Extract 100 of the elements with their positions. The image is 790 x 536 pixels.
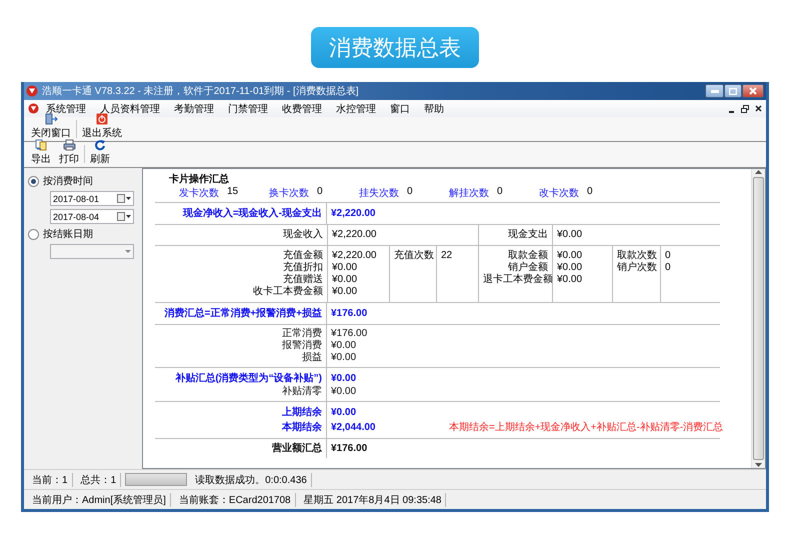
maximize-icon: [729, 88, 737, 94]
label-text: 收卡工本费金额: [252, 286, 323, 298]
app-logo-icon: [28, 103, 39, 114]
calendar-dropdown-icon[interactable]: [117, 194, 131, 203]
menu-item[interactable]: 帮助: [417, 102, 451, 116]
count-value: 0: [407, 186, 413, 199]
label-text: 销户金额: [507, 262, 548, 274]
label-text: 上期结余: [282, 406, 322, 420]
scroll-down-icon[interactable]: [755, 462, 762, 468]
status-text: 当前：1: [28, 472, 73, 486]
status-text: 读取数据成功。0:0:0.436: [191, 472, 312, 486]
toolbar-button[interactable]: 打印: [56, 139, 82, 166]
value-text: ¥0.00: [331, 386, 358, 398]
value-text: ¥0.00: [331, 352, 358, 364]
radio-label[interactable]: 按消费时间: [43, 174, 93, 188]
menu-item[interactable]: 水控管理: [329, 102, 383, 116]
label-text: 正常消费: [282, 328, 322, 340]
close-icon: [749, 87, 757, 95]
section-title: 卡片操作汇总: [168, 172, 230, 185]
restore-icon[interactable]: [741, 104, 749, 112]
value-text: ¥0.00: [331, 372, 358, 386]
scroll-thumb[interactable]: [753, 177, 764, 460]
count-value: 0: [587, 186, 593, 199]
label-text: 补贴清零: [282, 386, 322, 398]
value-text: ¥2,220.00: [332, 229, 378, 241]
value-text: ¥176.00: [331, 307, 368, 321]
count-label: 解挂次数: [449, 186, 489, 200]
page-title-banner: 消费数据总表: [311, 27, 479, 68]
count-label: 发卡次数: [179, 186, 219, 200]
toolbar-button[interactable]: 关闭窗口: [28, 113, 74, 140]
status-text: 星期五 2017年8月4日 09:35:48: [300, 492, 446, 506]
status-text: 当前账套：ECard201708: [174, 492, 296, 506]
label-text: 充值折扣: [282, 262, 323, 274]
maximize-button[interactable]: [724, 84, 742, 98]
value-text: ¥0.00: [332, 262, 358, 274]
label-text: 充值次数: [394, 250, 432, 262]
close-button[interactable]: [742, 84, 764, 98]
date-field[interactable]: 2017-08-04: [50, 209, 134, 224]
scrollbar[interactable]: [751, 169, 765, 468]
menu-item[interactable]: 窗口: [383, 102, 417, 116]
value-text: 0: [665, 262, 672, 274]
formula-note: 本期结余=上期结余+现金净收入+补贴汇总-补贴清零-消费汇总: [449, 420, 724, 435]
value-text: ¥0.00: [557, 250, 584, 262]
value-text: ¥0.00: [557, 262, 584, 274]
value-text: ¥2,220.00: [332, 250, 378, 262]
count-value: 0: [317, 186, 323, 199]
label-text: 营业额汇总: [272, 442, 322, 455]
label-text: 补贴汇总(消费类型为“设备补贴”): [175, 371, 322, 386]
count-value: 0: [497, 186, 503, 199]
menu-item[interactable]: 考勤管理: [167, 102, 221, 116]
label-text: 报警消费: [282, 340, 322, 352]
app-logo-icon: [26, 85, 38, 97]
minimize-icon: [710, 90, 718, 92]
count-label: 改卡次数: [539, 186, 579, 200]
label-text: 本期结余: [282, 420, 322, 435]
radio-button[interactable]: [28, 228, 39, 240]
count-value: 15: [227, 186, 238, 199]
status-text: 总共：1: [76, 472, 122, 486]
menu-item[interactable]: 人员资料管理: [93, 102, 167, 116]
label-text: 取款金额: [507, 250, 548, 262]
caret-icon: [125, 250, 131, 254]
value-text: 0: [665, 250, 672, 262]
label-text: 充值金额: [282, 250, 323, 262]
toolbar-button[interactable]: 刷新: [87, 139, 113, 166]
value-text: ¥176.00: [331, 442, 368, 455]
close-icon[interactable]: [755, 105, 762, 112]
count-label: 挂失次数: [359, 186, 399, 200]
value-text: 22: [441, 250, 454, 262]
menu-item[interactable]: 系统管理: [39, 102, 93, 116]
value-text: ¥0.00: [557, 229, 584, 241]
door-arrow-icon: [44, 113, 58, 125]
value-text: ¥2,220.00: [331, 207, 376, 221]
value-text: ¥0.00: [332, 274, 358, 286]
radio-button[interactable]: [28, 176, 39, 186]
status-text: 当前用户：Admin[系统管理员]: [28, 492, 171, 506]
label-text: 损益: [302, 352, 322, 364]
menu-item[interactable]: 收费管理: [275, 102, 329, 116]
toolbar-button[interactable]: 退出系统: [79, 113, 125, 140]
menu-item[interactable]: 门禁管理: [221, 102, 275, 116]
value-text: ¥0.00: [331, 406, 358, 420]
value-text: ¥0.00: [557, 274, 584, 286]
value-text: ¥176.00: [331, 328, 368, 340]
value-text: ¥2,044.00: [331, 421, 376, 435]
calendar-dropdown-icon[interactable]: [117, 212, 131, 221]
label-text: 销户次数: [617, 262, 656, 274]
window-title: 浩顺一卡通 V78.3.22 - 未注册，软件于2017-11-01到期 - [消费数据总表]: [42, 84, 360, 98]
label-text: 现金支出: [507, 229, 548, 241]
radio-label[interactable]: 按结账日期: [43, 227, 93, 241]
label-text: 取款次数: [617, 250, 656, 262]
value-text: ¥0.00: [332, 286, 358, 298]
label-text: 消费汇总=正常消费+报警消费+损益: [164, 306, 322, 321]
label-text: 现金净收入=现金收入-现金支出: [182, 206, 322, 221]
toolbar-button[interactable]: 导出: [28, 139, 54, 166]
value-text: ¥0.00: [331, 340, 358, 352]
label-text: 充值赠送: [282, 274, 323, 286]
label-text: 现金收入: [282, 229, 323, 241]
count-label: 换卡次数: [269, 186, 309, 200]
minimize-button[interactable]: [705, 84, 724, 98]
refresh-icon: [94, 139, 106, 151]
date-field[interactable]: 2017-08-01: [50, 191, 134, 206]
